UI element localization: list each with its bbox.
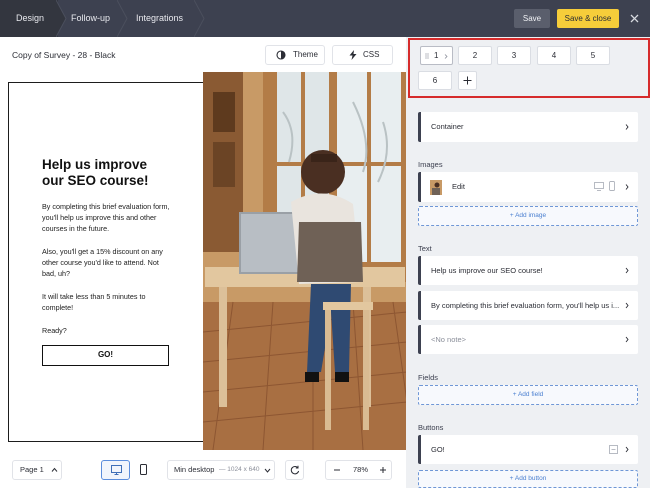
mobile-icon	[140, 464, 147, 475]
text-item[interactable]: <No note>	[418, 325, 638, 354]
save-and-close-button[interactable]: Save & close	[557, 9, 619, 28]
tab-follow-up[interactable]: Follow-up	[68, 0, 120, 37]
chevron-right-icon	[444, 54, 448, 59]
rotate-button[interactable]	[285, 460, 304, 480]
close-icon[interactable]	[628, 12, 641, 25]
chevron-right-icon	[625, 267, 629, 274]
plus-icon	[463, 76, 472, 85]
settings-square-icon	[609, 445, 618, 454]
zoom-in-icon[interactable]	[379, 466, 387, 474]
theme-button[interactable]: Theme	[265, 45, 325, 65]
tab-integrations-label: Integrations	[136, 13, 184, 23]
fields-section-label: Fields	[418, 373, 439, 382]
zoom-out-icon[interactable]	[333, 466, 341, 474]
desktop-view-button[interactable]	[101, 460, 130, 480]
preview-paragraph: It will take less than 5 minutes to comp…	[42, 292, 146, 312]
mobile-icon	[609, 181, 615, 191]
chevron-right-icon	[625, 184, 629, 190]
css-label: CSS	[363, 50, 380, 59]
zoom-control: 78%	[325, 460, 392, 480]
chevron-right-icon	[625, 124, 629, 130]
drag-handle-icon[interactable]	[425, 53, 429, 59]
container-item[interactable]: Container	[418, 112, 638, 142]
chevron-right-icon	[625, 446, 629, 453]
preview-heading: Help us improve our SEO course!	[42, 157, 149, 188]
text-item-label: <No note>	[431, 335, 467, 344]
photo-illustration	[203, 72, 407, 450]
add-button-button[interactable]: + Add button	[418, 470, 638, 488]
text-section-label: Text	[418, 244, 432, 253]
images-section-label: Images	[418, 160, 443, 169]
top-bar: Design Follow-up Integrations Save Save …	[0, 0, 650, 37]
zoom-level: 78%	[353, 465, 369, 474]
breadcrumb-separator-icon	[194, 0, 205, 37]
add-image-button[interactable]: + Add image	[418, 206, 638, 226]
tab-integrations[interactable]: Integrations	[130, 0, 200, 37]
css-button[interactable]: CSS	[332, 45, 393, 65]
rotate-icon	[290, 465, 300, 475]
preview-paragraph: By completing this brief evaluation form…	[42, 202, 170, 233]
theme-icon	[276, 50, 286, 60]
lightning-icon	[349, 50, 357, 60]
image-thumbnail	[430, 180, 442, 195]
preview-go-button[interactable]: GO!	[42, 345, 169, 366]
viewport-size: — 1024 x 640	[219, 466, 260, 473]
image-edit-label: Edit	[452, 182, 465, 191]
page-tab-4[interactable]: 4	[537, 46, 571, 65]
viewport-select[interactable]: Min desktop — 1024 x 640	[167, 460, 275, 480]
save-button[interactable]: Save	[514, 9, 550, 28]
container-label: Container	[431, 122, 464, 131]
text-item[interactable]: By completing this brief evaluation form…	[418, 291, 638, 320]
viewport-label: Min desktop	[174, 465, 215, 474]
preview-paragraph: Also, you'll get a 15% discount on any o…	[42, 247, 163, 278]
desktop-icon	[111, 465, 122, 475]
chevron-up-icon	[51, 467, 58, 472]
add-page-button[interactable]	[458, 71, 477, 90]
tab-design-label: Design	[16, 13, 45, 23]
tab-design[interactable]: Design	[0, 0, 58, 37]
theme-label: Theme	[293, 50, 318, 59]
page-select-label: Page 1	[20, 465, 44, 474]
chevron-right-icon	[625, 302, 629, 309]
survey-hero-image	[203, 72, 407, 450]
page-tab-5[interactable]: 5	[576, 46, 610, 65]
image-item[interactable]: Edit	[418, 172, 638, 202]
tab-follow-up-label: Follow-up	[71, 13, 111, 23]
preview-content: Help us improve our SEO course! By compl…	[42, 157, 170, 336]
chevron-down-icon	[264, 468, 271, 473]
page-tab-label: 1	[434, 51, 439, 60]
button-item-label: GO!	[431, 445, 445, 454]
page-tab-6[interactable]: 6	[418, 71, 452, 90]
chevron-right-icon	[625, 336, 629, 343]
text-item-label: Help us improve our SEO course!	[431, 266, 543, 275]
breadcrumb-separator-icon	[117, 0, 128, 37]
page-tab-1[interactable]: 1	[420, 46, 453, 65]
add-field-button[interactable]: + Add field	[418, 385, 638, 405]
survey-title: Copy of Survey - 28 - Black	[12, 50, 116, 60]
page-tab-3[interactable]: 3	[497, 46, 531, 65]
button-item[interactable]: GO!	[418, 435, 638, 464]
mobile-view-button[interactable]	[132, 460, 156, 480]
text-item-label: By completing this brief evaluation form…	[431, 301, 620, 310]
preview-paragraph: Ready?	[42, 326, 67, 335]
desktop-icon	[594, 182, 604, 191]
buttons-section-label: Buttons	[418, 423, 444, 432]
page-tab-2[interactable]: 2	[458, 46, 492, 65]
breadcrumb-separator-icon	[56, 0, 67, 37]
page-select[interactable]: Page 1	[12, 460, 62, 480]
text-item[interactable]: Help us improve our SEO course!	[418, 256, 638, 285]
